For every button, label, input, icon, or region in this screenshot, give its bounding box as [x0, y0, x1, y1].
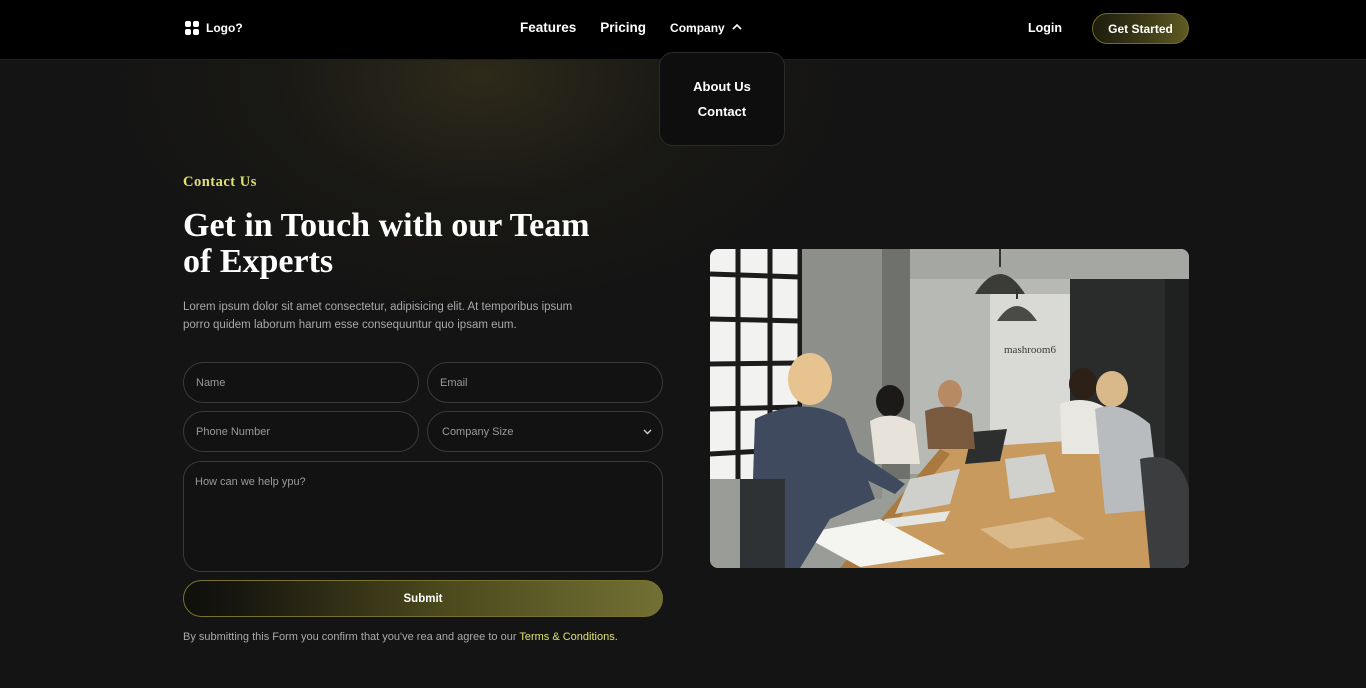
- email-placeholder: Email: [440, 376, 468, 389]
- chevron-down-icon: [643, 429, 652, 434]
- chevron-up-icon: [732, 23, 742, 30]
- company-dropdown: About Us Contact: [659, 52, 785, 146]
- company-size-placeholder: Company Size: [442, 425, 514, 438]
- section-eyebrow: Contact Us: [183, 174, 257, 190]
- dropdown-item-contact[interactable]: Contact: [698, 104, 746, 119]
- message-placeholder: How can we help ypu?: [195, 476, 306, 488]
- terms-notice: By submitting this Form you confirm that…: [183, 631, 618, 643]
- wall-sign-text: mashroom6: [1004, 344, 1056, 356]
- team-meeting-photo: mashroom6: [710, 249, 1189, 568]
- dropdown-item-about-us[interactable]: About Us: [693, 79, 751, 94]
- phone-placeholder: Phone Number: [196, 425, 270, 438]
- nav-company-menu[interactable]: Company: [670, 21, 742, 35]
- company-size-select[interactable]: Company Size: [427, 411, 663, 452]
- terms-link[interactable]: Terms & Conditions.: [519, 631, 617, 643]
- name-placeholder: Name: [196, 376, 226, 389]
- office-meeting-illustration: mashroom6: [710, 249, 1189, 568]
- phone-field[interactable]: Phone Number: [183, 411, 419, 452]
- logo[interactable]: Logo?: [185, 21, 243, 35]
- message-textarea[interactable]: How can we help ypu?: [183, 461, 663, 572]
- terms-text: By submitting this Form you confirm that…: [183, 631, 520, 643]
- email-field[interactable]: Email: [427, 362, 663, 403]
- nav-link-pricing[interactable]: Pricing: [600, 20, 646, 35]
- grid-logo-icon: [185, 21, 199, 35]
- nav-link-features[interactable]: Features: [520, 20, 576, 35]
- logo-text: Logo?: [206, 21, 243, 35]
- nav-links: Features Pricing Company: [520, 20, 742, 35]
- top-nav: Logo? Features Pricing Company Login Get…: [0, 0, 1366, 60]
- submit-button[interactable]: Submit: [183, 580, 663, 617]
- page-title: Get in Touch with our Team of Experts: [183, 207, 590, 280]
- name-field[interactable]: Name: [183, 362, 419, 403]
- login-link[interactable]: Login: [1028, 21, 1062, 35]
- get-started-button[interactable]: Get Started: [1092, 13, 1189, 44]
- nav-company-label: Company: [670, 20, 725, 35]
- intro-paragraph: Lorem ipsum dolor sit amet consectetur, …: [183, 301, 573, 331]
